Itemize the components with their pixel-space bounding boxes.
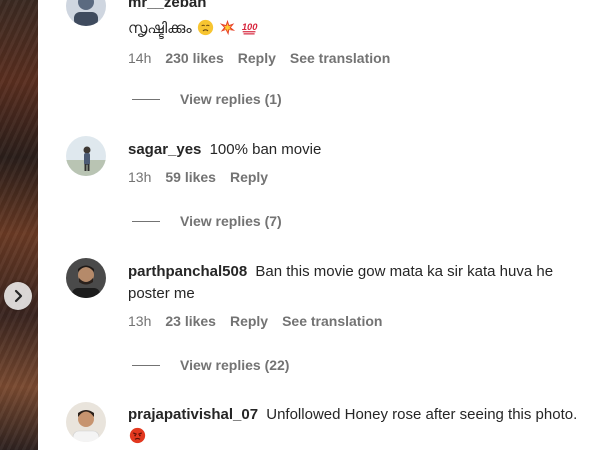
comment-body: 100% ban movie [209,141,322,158]
avatar[interactable] [66,0,106,26]
collision-emoji [219,19,236,36]
view-replies-label: View replies (1) [180,91,282,107]
comment-meta: 14h 230 likes Reply See translation [128,50,596,66]
view-replies-button[interactable]: View replies (22) [132,357,289,373]
comment-text: parthpanchal508 Ban this movie gow mata … [128,261,596,305]
view-replies-label: View replies (22) [180,357,290,373]
comment-meta: 13h 59 likes Reply [128,169,596,185]
avatar[interactable] [66,136,106,176]
comment-likes[interactable]: 230 likes [165,50,223,66]
comment-text-continued: സൃഷ്ടിക്കും 100 [128,18,596,40]
view-replies-button[interactable]: View replies (1) [132,91,282,107]
hundred-points-emoji: 100 [242,22,258,35]
svg-text:100: 100 [242,22,258,32]
angry-face-emoji [129,427,146,444]
chevron-right-icon [14,289,23,303]
comment-text: mr__zebah [128,0,596,14]
carousel-next-button[interactable] [4,282,32,310]
comment-meta: 13h 23 likes Reply See translation [128,313,596,329]
comment-username[interactable]: prajapativishal_07 [128,406,258,423]
comment-text: prajapativishal_07 Unfollowed Honey rose… [128,404,596,448]
comment-body: Unfollowed Honey rose after seeing this … [266,406,578,423]
comment-time: 13h [128,313,152,329]
see-translation-button[interactable]: See translation [290,50,390,66]
comment-likes[interactable]: 59 likes [165,169,216,185]
comment-username[interactable]: parthpanchal508 [128,263,247,280]
post-media-edge [0,0,38,450]
divider-line [132,364,160,366]
comment-time: 14h [128,50,152,66]
reply-button[interactable]: Reply [230,169,268,185]
comment-time: 13h [128,169,152,185]
avatar[interactable] [66,258,106,298]
see-translation-button[interactable]: See translation [282,313,382,329]
avatar[interactable] [66,402,106,442]
view-replies-label: View replies (7) [180,213,282,229]
reply-button[interactable]: Reply [238,50,276,66]
reply-button[interactable]: Reply [230,313,268,329]
comment-username[interactable]: mr__zebah [128,0,206,11]
divider-line [132,220,160,222]
disappointed-face-emoji [197,19,213,36]
comment-text: sagar_yes 100% ban movie [128,139,596,161]
comment-username[interactable]: sagar_yes [128,141,201,158]
comment-text-line2: സൃഷ്ടിക്കും [128,20,192,37]
comment-likes[interactable]: 23 likes [165,313,216,329]
divider-line [132,98,160,100]
view-replies-button[interactable]: View replies (7) [132,213,282,229]
